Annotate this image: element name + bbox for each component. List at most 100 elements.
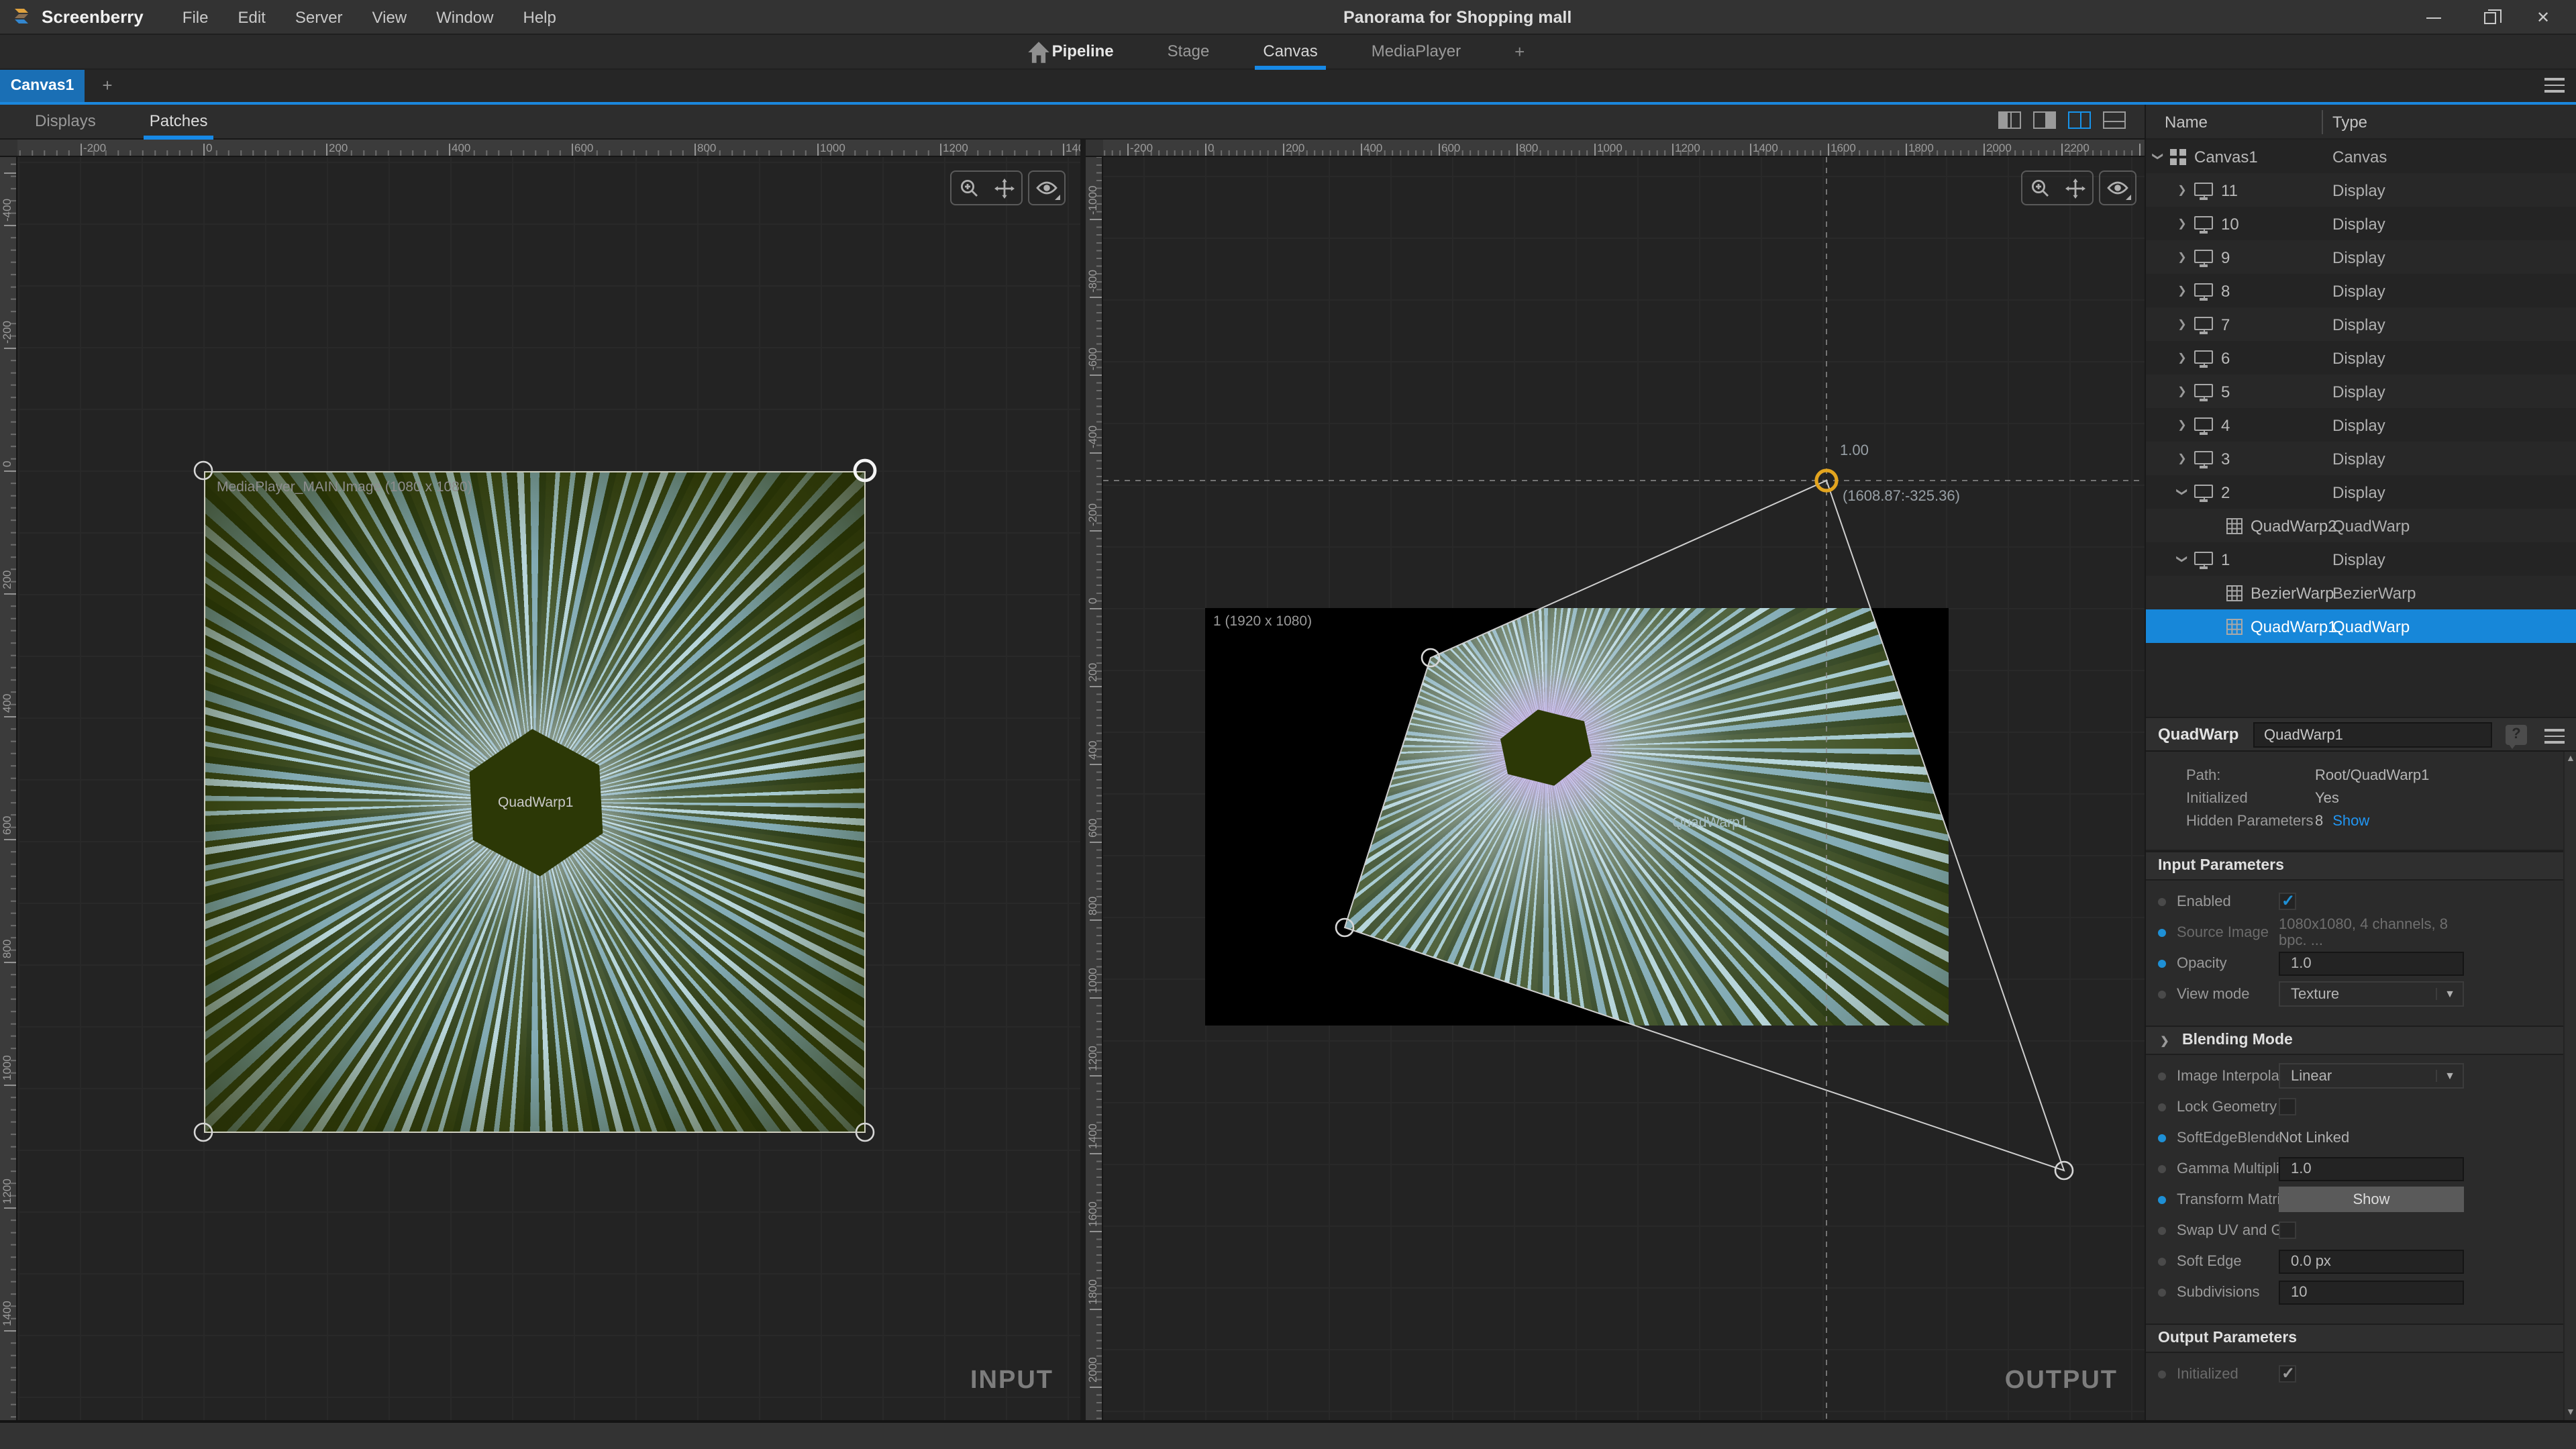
expand-icon[interactable]: ❯ <box>2175 318 2189 330</box>
tree-header: Name Type <box>2146 105 2576 140</box>
chevron-down-icon[interactable]: ▼ <box>2436 988 2463 1000</box>
menu-view[interactable]: View <box>358 0 422 34</box>
tree-row-10[interactable]: ❯10Display <box>2146 207 2576 240</box>
expand-icon[interactable]: ❯ <box>2175 217 2189 230</box>
tree-row-8[interactable]: ❯8Display <box>2146 274 2576 307</box>
zoom-tool-icon[interactable] <box>951 172 986 204</box>
properties-menu-icon[interactable] <box>2544 729 2565 744</box>
expand-icon[interactable]: ❯ <box>2175 251 2189 263</box>
menu-edit[interactable]: Edit <box>223 0 280 34</box>
menu-file[interactable]: File <box>168 0 223 34</box>
ruler-tick-label: -200 <box>83 141 106 154</box>
tab-displays[interactable]: Displays <box>16 104 115 139</box>
param-input[interactable]: 1.0 <box>2279 1156 2464 1181</box>
minimize-button[interactable] <box>2410 0 2456 35</box>
column-divider[interactable] <box>2322 110 2323 134</box>
tab-menu-icon[interactable] <box>2544 78 2565 93</box>
param-select[interactable]: Texture▼ <box>2279 981 2464 1007</box>
param-checkbox[interactable] <box>2279 1221 2296 1239</box>
column-type[interactable]: Type <box>2332 113 2367 132</box>
corner-handle[interactable] <box>856 1123 874 1141</box>
input-canvas[interactable]: -2000200400600800100012001400 MediaPlaye… <box>17 140 1080 1420</box>
param-label: Transform Matrix <box>2177 1191 2279 1207</box>
tab-canvas[interactable]: Canvas <box>1236 34 1344 69</box>
visibility-tool-icon[interactable] <box>1029 172 1064 204</box>
collapse-icon[interactable]: ❯ <box>2176 552 2188 566</box>
tree-row-canvas1[interactable]: ❯Canvas1Canvas <box>2146 140 2576 173</box>
param-checkbox[interactable] <box>2279 1098 2296 1115</box>
expand-icon[interactable]: ❯ <box>2175 285 2189 297</box>
menu-window[interactable]: Window <box>421 0 508 34</box>
expand-icon[interactable]: ❯ <box>2158 1034 2171 1046</box>
visibility-tool-icon[interactable] <box>2100 172 2135 204</box>
info-label: Initialized <box>2186 791 2315 813</box>
add-tab-button[interactable]: + <box>94 70 121 102</box>
ruler-tick-label: 0 <box>1208 141 1214 154</box>
add-view-tab-button[interactable]: + <box>1488 34 1551 69</box>
pan-tool-icon[interactable] <box>2057 172 2092 204</box>
menu-server[interactable]: Server <box>280 0 358 34</box>
corner-handle[interactable] <box>195 462 212 479</box>
tab-mediaplayer[interactable]: MediaPlayer <box>1345 34 1488 69</box>
zoom-tool-icon[interactable] <box>2022 172 2057 204</box>
corner-handle-selected[interactable] <box>855 460 875 481</box>
output-canvas[interactable]: -200020040060080010001200140016001800200… <box>1103 140 2145 1420</box>
collapse-icon[interactable]: ❯ <box>2176 485 2188 499</box>
expand-icon[interactable]: ❯ <box>2175 184 2189 196</box>
restore-button[interactable] <box>2467 0 2512 35</box>
param-input[interactable]: 10 <box>2279 1280 2464 1304</box>
unlinked-param-dot <box>2158 1226 2166 1234</box>
tree-row-11[interactable]: ❯11Display <box>2146 173 2576 207</box>
tree-row-2[interactable]: ❯2Display <box>2146 475 2576 509</box>
layout-left-pane-icon[interactable] <box>1998 111 2021 129</box>
ruler-tick-label: 400 <box>452 141 470 154</box>
corner-handle[interactable] <box>195 1123 212 1141</box>
param-row-soft-edge: Soft Edge0.0 px <box>2146 1246 2565 1277</box>
tree-row-quadwarp1[interactable]: QuadWarp1QuadWarp <box>2146 609 2576 643</box>
param-input[interactable]: 1.0 <box>2279 951 2464 975</box>
tree-row-7[interactable]: ❯7Display <box>2146 307 2576 341</box>
display-icon <box>2194 450 2213 464</box>
help-icon[interactable]: ? <box>2506 725 2527 745</box>
pan-tool-icon[interactable] <box>986 172 1021 204</box>
menu-help[interactable]: Help <box>509 0 571 34</box>
tree-row-6[interactable]: ❯6Display <box>2146 341 2576 374</box>
tab-pipeline[interactable]: Pipeline <box>1025 34 1141 69</box>
unlinked-param-dot <box>2158 1072 2166 1080</box>
chevron-down-icon[interactable]: ▼ <box>2436 1070 2463 1082</box>
scroll-up-icon[interactable]: ▲ <box>2566 754 2575 764</box>
tree-row-4[interactable]: ❯4Display <box>2146 408 2576 442</box>
node-name-input[interactable] <box>2253 722 2492 748</box>
layout-split-horizontal-icon[interactable] <box>2103 111 2126 129</box>
param-input[interactable]: 0.0 px <box>2279 1249 2464 1273</box>
tree-row-1[interactable]: ❯1Display <box>2146 542 2576 576</box>
section-header-blending-mode[interactable]: ❯Blending Mode <box>2146 1026 2565 1055</box>
column-name[interactable]: Name <box>2165 113 2208 132</box>
collapse-icon[interactable]: ❯ <box>2152 150 2164 163</box>
tree-row-3[interactable]: ❯3Display <box>2146 442 2576 475</box>
expand-icon[interactable]: ❯ <box>2175 385 2189 397</box>
scroll-down-icon[interactable]: ▼ <box>2566 1408 2575 1417</box>
close-button[interactable]: ✕ <box>2520 0 2566 35</box>
tab-canvas1[interactable]: Canvas1 <box>0 70 85 102</box>
param-select[interactable]: Linear▼ <box>2279 1063 2464 1089</box>
tree-row-bezierwarp[interactable]: BezierWarpBezierWarp <box>2146 576 2576 609</box>
tree-row-9[interactable]: ❯9Display <box>2146 240 2576 274</box>
param-checkbox[interactable] <box>2279 893 2296 910</box>
expand-icon[interactable]: ❯ <box>2175 352 2189 364</box>
unlinked-param-dot <box>2158 990 2166 998</box>
show-hidden-link[interactable]: Show <box>2332 813 2369 836</box>
tab-patches[interactable]: Patches <box>131 104 227 139</box>
canvas-divider[interactable] <box>1080 140 1086 1420</box>
properties-scrollbar[interactable]: ▲ ▼ <box>2563 752 2576 1420</box>
tree-row-quadwarp2[interactable]: QuadWarp2QuadWarp <box>2146 509 2576 542</box>
tree-row-5[interactable]: ❯5Display <box>2146 374 2576 408</box>
expand-icon[interactable]: ❯ <box>2175 452 2189 464</box>
param-control: Not Linked <box>2279 1130 2464 1146</box>
layout-right-pane-icon[interactable] <box>2033 111 2056 129</box>
param-control: 1.0 <box>2279 951 2464 975</box>
layout-split-vertical-icon[interactable] <box>2068 111 2091 129</box>
param-button[interactable]: Show <box>2279 1187 2464 1212</box>
expand-icon[interactable]: ❯ <box>2175 419 2189 431</box>
tab-stage[interactable]: Stage <box>1141 34 1237 69</box>
